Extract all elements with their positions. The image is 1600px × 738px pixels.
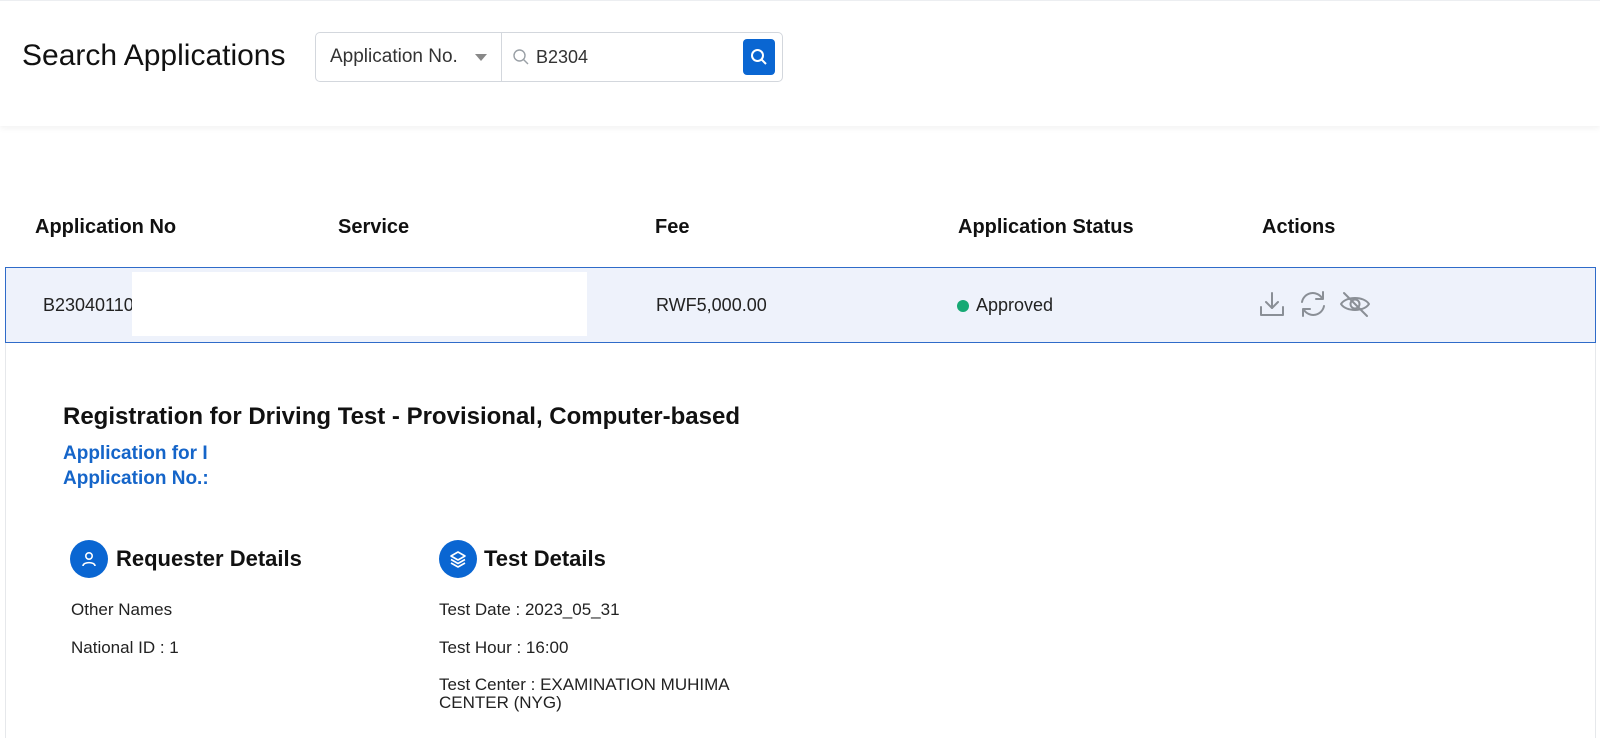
search-group: Application No. (315, 32, 783, 82)
search-type-label: Application No. (330, 46, 458, 67)
status-dot (957, 300, 969, 312)
column-header-fee: Fee (655, 216, 690, 238)
test-details-title: Test Details (484, 546, 606, 571)
application-no-cell: B23040110 (43, 295, 134, 315)
search-button[interactable] (743, 39, 775, 75)
search-icon (513, 49, 529, 65)
page-title: Search Applications (22, 39, 286, 72)
layers-icon (439, 540, 477, 578)
column-header-actions: Actions (1262, 216, 1336, 238)
column-header-service: Service (338, 216, 410, 238)
test-hour-field: Test Hour : 16:00 (439, 638, 569, 657)
refresh-icon[interactable] (1297, 289, 1329, 319)
requester-details-title: Requester Details (116, 546, 302, 571)
search-type-select[interactable]: Application No. (316, 33, 502, 81)
column-header-application-no: Application No (35, 216, 177, 238)
application-for-label: Application for I (63, 443, 208, 464)
national-id-field: National ID : 1 (71, 638, 179, 657)
header-bar: Search Applications Application No. (0, 0, 1600, 126)
service-title: Registration for Driving Test - Provisio… (63, 403, 740, 430)
user-icon (70, 540, 108, 578)
status-cell: Approved (957, 295, 1053, 316)
other-names-field: Other Names (71, 600, 173, 619)
search-field (502, 33, 782, 81)
fee-cell: RWF5,000.00 (656, 295, 767, 315)
test-center-field: Test Center : EXAMINATION MUHIMA CENTER … (439, 675, 729, 712)
column-header-application-status: Application Status (958, 216, 1134, 238)
search-input[interactable] (502, 33, 722, 81)
search-icon (751, 49, 767, 65)
status-badge: Approved (976, 295, 1054, 315)
eye-off-icon[interactable] (1338, 289, 1372, 319)
caret-down-icon (475, 54, 487, 61)
download-icon[interactable] (1257, 289, 1287, 319)
test-date-field: Test Date : 2023_05_31 (439, 600, 620, 619)
application-no-label: Application No.: (63, 468, 209, 489)
redacted-area (132, 272, 587, 336)
